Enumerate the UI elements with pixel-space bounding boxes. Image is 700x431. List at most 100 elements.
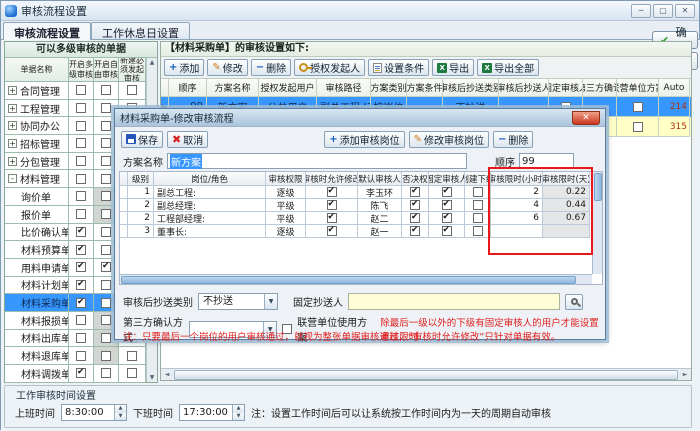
multi-level-audit-checkbox[interactable] <box>76 298 86 308</box>
cc-type-select[interactable]: 不抄送▼ <box>198 293 278 310</box>
column-header[interactable]: 岗位/角色 <box>154 172 266 186</box>
free-audit-checkbox[interactable] <box>101 315 111 325</box>
tree-toggle-icon[interactable]: + <box>8 104 17 113</box>
scroll-right-icon[interactable]: ► <box>679 371 691 378</box>
multi-level-audit-checkbox[interactable] <box>76 351 86 361</box>
column-header[interactable]: 审核限时(小时) <box>491 172 543 186</box>
must-initiate-audit-checkbox[interactable] <box>127 351 137 361</box>
multi-level-audit-checkbox[interactable] <box>76 191 86 201</box>
start-time-input[interactable]: 8:30:00 ▲▼ <box>61 404 127 421</box>
free-audit-checkbox[interactable] <box>101 333 111 343</box>
authorize-initiator-button[interactable]: 授权发起人 <box>294 59 365 76</box>
scroll-left-icon[interactable]: ◄ <box>161 371 173 378</box>
jv-scheme-checkbox[interactable] <box>633 122 643 132</box>
set-condition-button[interactable]: 设置条件 <box>368 59 429 76</box>
free-audit-checkbox[interactable] <box>101 103 111 113</box>
minimize-icon[interactable]: ─ <box>631 4 651 18</box>
column-header[interactable]: 联营单位方案 <box>617 79 659 97</box>
multi-level-audit-checkbox[interactable] <box>76 333 86 343</box>
tree-toggle-icon[interactable]: + <box>8 121 17 130</box>
column-header[interactable]: 否决权 <box>402 172 429 186</box>
create-sub-checkbox[interactable] <box>473 213 483 223</box>
fixed-auditor-checkbox[interactable] <box>442 213 452 223</box>
multi-level-audit-checkbox[interactable] <box>76 245 86 255</box>
column-header[interactable]: 级别 <box>128 172 154 186</box>
fixed-cc-input[interactable] <box>348 293 560 310</box>
column-header[interactable]: 审核时允许修改 <box>306 172 358 186</box>
tree-toggle-icon[interactable]: + <box>8 139 17 148</box>
grid-hscrollbar[interactable] <box>120 274 592 284</box>
free-audit-checkbox[interactable] <box>101 174 111 184</box>
veto-checkbox[interactable] <box>410 200 420 210</box>
multi-level-audit-checkbox[interactable] <box>76 121 86 131</box>
free-audit-checkbox[interactable] <box>101 138 111 148</box>
dialog-title-bar[interactable]: 材料采购单-修改审核流程 ✕ <box>115 109 605 127</box>
multi-level-audit-checkbox[interactable] <box>76 315 86 325</box>
free-audit-checkbox[interactable] <box>101 351 111 361</box>
multi-level-audit-checkbox[interactable] <box>76 227 86 237</box>
spin-up-icon[interactable]: ▲ <box>115 405 126 413</box>
free-audit-checkbox[interactable] <box>101 280 111 290</box>
modify-button[interactable]: ✎修改 <box>207 59 247 76</box>
grid-vscrollbar[interactable] <box>592 172 602 274</box>
multi-level-audit-checkbox[interactable] <box>76 174 86 184</box>
tree-toggle-icon[interactable]: + <box>8 157 17 166</box>
spin-down-icon[interactable]: ▼ <box>115 413 126 421</box>
grid-row[interactable]: 3 董事长: 逐级 赵一 <box>120 225 602 238</box>
free-audit-checkbox[interactable] <box>101 156 111 166</box>
column-header[interactable]: 审核限时(天) <box>543 172 590 186</box>
order-input[interactable]: 99 <box>519 153 574 169</box>
maximize-icon[interactable]: ▢ <box>653 4 673 18</box>
tree-toggle-icon[interactable]: + <box>8 86 17 95</box>
table-row[interactable]: +合同管理 <box>5 82 157 100</box>
column-header[interactable]: 授权发起用户 <box>259 79 317 97</box>
multi-level-audit-checkbox[interactable] <box>76 368 86 378</box>
scheme-name-input[interactable]: 新方案 <box>167 153 467 169</box>
scroll-thumb[interactable] <box>174 370 678 380</box>
jv-scheme-checkbox[interactable] <box>633 102 643 112</box>
tree-toggle-icon[interactable]: - <box>8 174 17 183</box>
dialog-close-icon[interactable]: ✕ <box>572 111 600 125</box>
column-header[interactable]: 审核后抄送类别 <box>443 79 499 97</box>
column-header[interactable]: 默认审核人 <box>358 172 402 186</box>
scroll-down-icon[interactable]: ▼ <box>150 373 155 382</box>
export-all-button[interactable]: X导出全部 <box>477 59 539 76</box>
must-initiate-audit-checkbox[interactable] <box>127 368 137 378</box>
column-header[interactable]: 审核路径 <box>317 79 371 97</box>
allow-edit-checkbox[interactable] <box>327 200 337 210</box>
multi-level-audit-checkbox[interactable] <box>76 85 86 95</box>
scroll-up-icon[interactable]: ▲ <box>150 58 155 67</box>
column-header[interactable]: 审核后抄送人 <box>499 79 549 97</box>
multi-level-audit-checkbox[interactable] <box>76 103 86 113</box>
browse-cc-user-button[interactable] <box>565 294 583 310</box>
add-button[interactable]: +添加 <box>164 59 204 76</box>
delete-button[interactable]: −删除 <box>251 59 291 76</box>
free-audit-checkbox[interactable] <box>101 209 111 219</box>
export-button[interactable]: X导出 <box>432 59 474 76</box>
column-header[interactable]: 顺序 <box>169 79 207 97</box>
column-header[interactable]: 固定审核人 <box>549 79 583 97</box>
must-initiate-audit-checkbox[interactable] <box>127 85 137 95</box>
multi-level-audit-checkbox[interactable] <box>76 156 86 166</box>
fixed-auditor-checkbox[interactable] <box>442 200 452 210</box>
free-audit-checkbox[interactable] <box>101 227 111 237</box>
allow-edit-checkbox[interactable] <box>327 213 337 223</box>
right-panel-hscrollbar[interactable]: ◄ ► <box>161 368 691 380</box>
column-header[interactable]: 单据名称 <box>5 58 69 82</box>
save-button[interactable]: 保存 <box>121 131 163 148</box>
column-header[interactable]: 方案名称 <box>207 79 259 97</box>
table-row[interactable]: 材料调拨单 <box>5 365 157 383</box>
spin-down-icon[interactable]: ▼ <box>233 413 244 421</box>
column-header[interactable]: 开启多级审核 <box>69 58 94 82</box>
close-icon[interactable]: ✕ <box>675 4 695 18</box>
grid-row[interactable]: 2 副总经理: 平级 陈飞 4 0.44 <box>120 199 602 212</box>
column-header[interactable]: 创建下级 <box>465 172 491 186</box>
multi-level-audit-checkbox[interactable] <box>76 138 86 148</box>
end-time-input[interactable]: 17:30:00 ▲▼ <box>179 404 245 421</box>
free-audit-checkbox[interactable] <box>101 245 111 255</box>
fixed-auditor-checkbox[interactable] <box>442 187 452 197</box>
column-header[interactable]: 新建必须发起审核 <box>119 58 146 82</box>
veto-checkbox[interactable] <box>410 226 420 236</box>
delete-post-button[interactable]: −删除 <box>493 131 533 148</box>
create-sub-checkbox[interactable] <box>473 187 483 197</box>
